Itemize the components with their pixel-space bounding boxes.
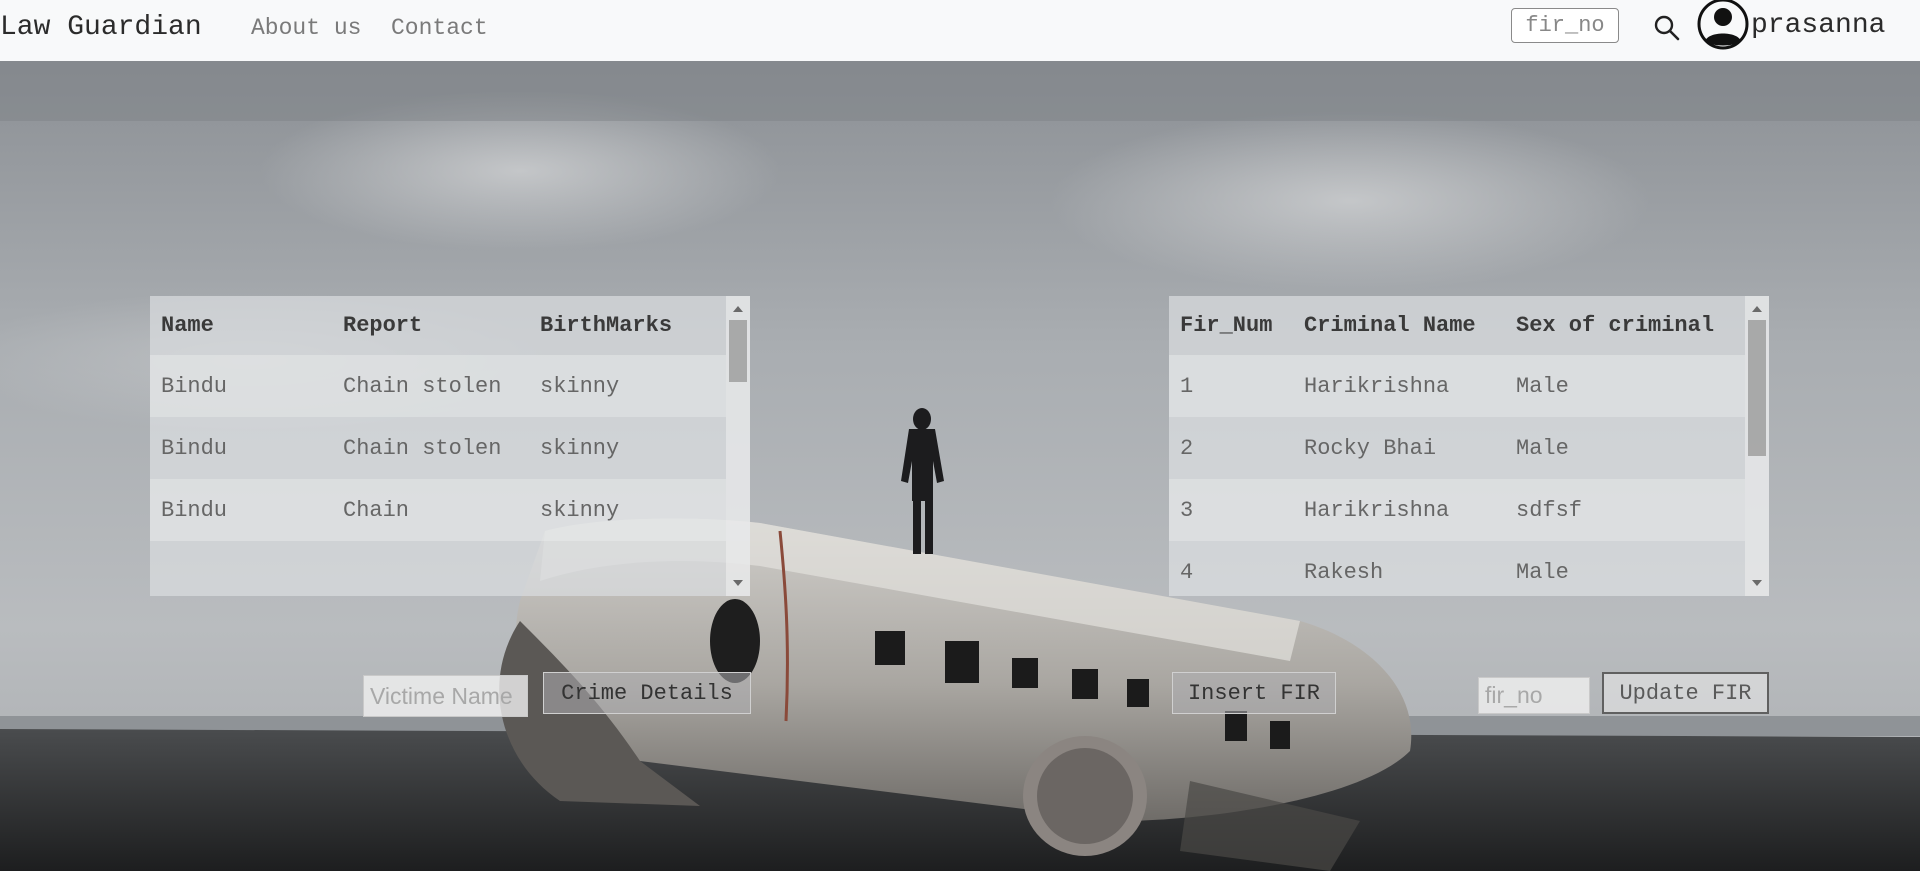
- column-header-criminal-name: Criminal Name: [1304, 313, 1476, 338]
- cell-criminal-name: Harikrishna: [1293, 355, 1505, 417]
- nav-link-about-us[interactable]: About us: [251, 15, 361, 41]
- column-header-report: Report: [343, 313, 423, 338]
- insert-fir-button[interactable]: Insert FIR: [1172, 672, 1336, 714]
- column-header-sex: Sex of criminal: [1516, 313, 1715, 338]
- scroll-thumb[interactable]: [729, 320, 747, 382]
- brand-logo[interactable]: Law Guardian: [0, 12, 202, 43]
- cell-criminal-name: Rocky Bhai: [1293, 417, 1505, 479]
- crime-details-button[interactable]: Crime Details: [543, 672, 751, 714]
- scroll-up-arrow-icon[interactable]: [733, 306, 743, 312]
- cell-birthmarks: skinny: [529, 479, 726, 541]
- table-scrollbar[interactable]: [726, 296, 750, 596]
- cell-fir-num: 1: [1169, 355, 1293, 417]
- fir-table: Fir_Num Criminal Name Sex of criminal 1 …: [1169, 296, 1769, 596]
- user-circle-icon[interactable]: [1697, 0, 1750, 50]
- table-scrollbar[interactable]: [1745, 296, 1769, 596]
- cell-report: Chain stolen: [332, 417, 529, 479]
- search-icon[interactable]: [1653, 14, 1681, 42]
- username[interactable]: prasanna: [1751, 10, 1885, 41]
- victim-name-input[interactable]: [363, 675, 528, 717]
- cell-birthmarks: skinny: [529, 417, 726, 479]
- fir-no-input[interactable]: [1478, 677, 1590, 714]
- table-row: Bindu Chain stolen skinny: [150, 355, 726, 417]
- table-row: Bindu Chain skinny: [150, 479, 726, 541]
- column-header-name: Name: [161, 313, 214, 338]
- fir-search-input[interactable]: [1511, 8, 1619, 43]
- cell-fir-num: 2: [1169, 417, 1293, 479]
- cell-sex: sdfsf: [1505, 479, 1745, 541]
- table-row: 3 Harikrishna sdfsf: [1169, 479, 1745, 541]
- cell-criminal-name: Rakesh: [1293, 541, 1505, 596]
- cell-birthmarks: skinny: [529, 355, 726, 417]
- cell-sex: Male: [1505, 355, 1745, 417]
- cell-sex: Male: [1505, 541, 1745, 596]
- scroll-up-arrow-icon[interactable]: [1752, 306, 1762, 312]
- cell-name: Bindu: [150, 355, 332, 417]
- scroll-down-arrow-icon[interactable]: [733, 580, 743, 586]
- column-header-fir-num: Fir_Num: [1180, 313, 1273, 338]
- nav-link-contact[interactable]: Contact: [391, 15, 488, 41]
- table-row: 4 Rakesh Male: [1169, 541, 1745, 596]
- cell-criminal-name: Harikrishna: [1293, 479, 1505, 541]
- column-header-birthmarks: BirthMarks: [540, 313, 673, 338]
- cell-fir-num: 3: [1169, 479, 1293, 541]
- cell-sex: Male: [1505, 417, 1745, 479]
- table-row: Bindu Chain stolen skinny: [150, 417, 726, 479]
- cell-report: Chain: [332, 479, 529, 541]
- cell-fir-num: 4: [1169, 541, 1293, 596]
- table-row: 1 Harikrishna Male: [1169, 355, 1745, 417]
- cell-name: Bindu: [150, 417, 332, 479]
- cell-report: Chain stolen: [332, 355, 529, 417]
- table-row: 2 Rocky Bhai Male: [1169, 417, 1745, 479]
- navbar: Law Guardian About us Contact prasanna: [0, 0, 1920, 61]
- scroll-thumb[interactable]: [1748, 320, 1766, 456]
- scroll-down-arrow-icon[interactable]: [1752, 580, 1762, 586]
- cell-name: Bindu: [150, 479, 332, 541]
- victim-report-table: Name Report BirthMarks Bindu Chain stole…: [150, 296, 750, 596]
- update-fir-button[interactable]: Update FIR: [1602, 672, 1769, 714]
